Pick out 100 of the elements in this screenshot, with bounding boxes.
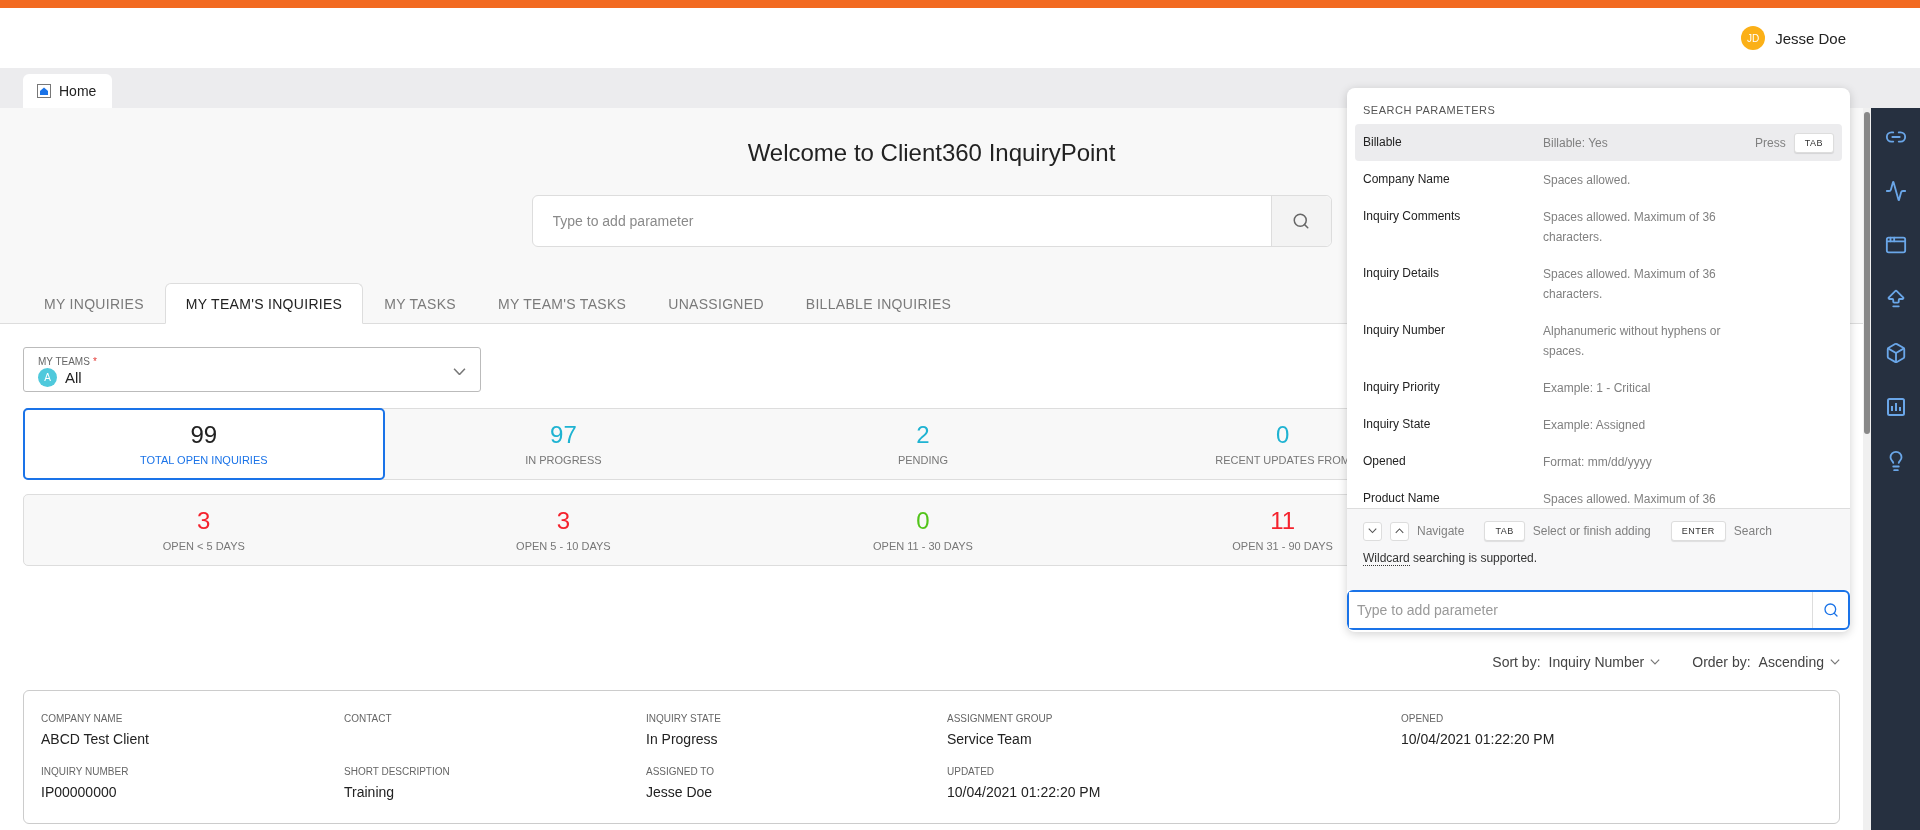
team-avatar: A	[38, 368, 57, 387]
parameter-option[interactable]: Company Name Spaces allowed.	[1355, 161, 1842, 198]
inquiry-tab[interactable]: MY TEAM'S TASKS	[476, 283, 648, 324]
field-label: UPDATED	[947, 766, 996, 777]
shortcut-label: Select or finish adding	[1532, 524, 1651, 538]
team-select-label: MY TEAMS *	[38, 356, 97, 367]
parameter-option[interactable]: Product Name Spaces allowed. Maximum of 36	[1355, 480, 1842, 508]
stat-label: OPEN 31 - 90 DAYS	[1232, 540, 1333, 552]
inquiry-tab[interactable]: MY TASKS	[363, 283, 477, 324]
field-label: OPENED	[1401, 713, 1445, 724]
wildcard-link[interactable]: Wildcard	[1363, 551, 1410, 566]
search-button[interactable]	[1812, 592, 1848, 628]
field-value: 10/04/2021 01:22:20 PM	[1401, 731, 1556, 747]
field-value: ABCD Test Client	[41, 731, 150, 747]
order-select[interactable]: Ascending	[1758, 654, 1840, 670]
parameter-name: Billable	[1363, 134, 1403, 151]
stat-count: 3	[197, 508, 211, 534]
sort-select[interactable]: Inquiry Number	[1548, 654, 1661, 670]
field-value: Jesse Doe	[646, 784, 714, 800]
parameter-name: Company Name	[1363, 171, 1451, 188]
chevron-down-icon	[1368, 528, 1377, 534]
key-cap: ENTER	[1670, 521, 1726, 541]
page-tab[interactable]: Home	[23, 74, 113, 108]
bar-chart-icon[interactable]	[1884, 396, 1907, 418]
stat-tile[interactable]: 97 IN PROGRESS	[382, 408, 745, 480]
stat-tile[interactable]: 3 OPEN < 5 DAYS	[23, 494, 385, 566]
field-label: COMPANY NAME	[41, 713, 124, 724]
parameter-name: Product Name	[1363, 490, 1441, 507]
chevron-down-icon	[453, 367, 466, 376]
wildcard-note: Wildcard searching is supported.	[1363, 551, 1539, 565]
shortcut-label: Navigate	[1417, 524, 1465, 538]
field-label: CONTACT	[344, 713, 393, 724]
user-name[interactable]: Jesse Doe	[1775, 29, 1846, 47]
window-icon[interactable]	[1884, 234, 1907, 256]
stat-label: TOTAL OPEN INQUIRIES	[140, 454, 268, 466]
parameter-name: Inquiry State	[1363, 416, 1432, 433]
key-cap: TAB	[1484, 521, 1525, 541]
parameter-name: Inquiry Comments	[1363, 208, 1462, 225]
field-label: INQUIRY NUMBER	[41, 766, 130, 777]
order-label: Order by:	[1692, 654, 1751, 670]
scrollbar[interactable]	[1863, 108, 1871, 830]
parameter-name: Inquiry Details	[1363, 265, 1441, 282]
parameter-option[interactable]: Inquiry Number Alphanumeric without hyphens or spaces.	[1355, 312, 1842, 369]
shortcut-label: Search	[1733, 524, 1772, 538]
inquiry-tab[interactable]: MY INQUIRIES	[23, 283, 165, 324]
parameter-hint: Alphanumeric without hyphens or spaces.	[1543, 323, 1722, 360]
stat-tile[interactable]: 3 OPEN 5 - 10 DAYS	[382, 494, 745, 566]
parameter-hint: Spaces allowed. Maximum of 36 characters.	[1543, 209, 1717, 246]
search-icon	[1292, 212, 1310, 230]
chevron-up-icon	[1395, 528, 1404, 534]
stat-count: 11	[1270, 508, 1296, 534]
stat-count: 3	[556, 508, 571, 534]
stat-label: OPEN 11 - 30 DAYS	[873, 540, 973, 552]
inquiry-tab[interactable]: MY TEAM'S INQUIRIES	[164, 283, 364, 324]
stat-label: IN PROGRESS	[525, 454, 602, 466]
chevron-down-icon	[1650, 659, 1661, 665]
cube-icon[interactable]	[1884, 342, 1907, 364]
parameter-name: Inquiry Priority	[1363, 379, 1441, 396]
pulse-icon[interactable]	[1884, 180, 1907, 202]
stat-count: 99	[190, 422, 218, 448]
stat-label: OPEN 5 - 10 DAYS	[516, 540, 611, 552]
field-label: ASSIGNED TO	[646, 766, 715, 777]
sort-label: Sort by:	[1492, 654, 1541, 670]
parameter-hint: Spaces allowed. Maximum of 36 characters.	[1543, 266, 1717, 303]
parameter-hint: Spaces allowed.	[1543, 172, 1632, 189]
team-select[interactable]: MY TEAMS * A All	[23, 347, 481, 392]
panel-title: SEARCH PARAMETERS	[1363, 104, 1496, 116]
parameter-hint: Example: 1 - Critical	[1543, 380, 1652, 397]
parameter-option[interactable]: Inquiry State Example: Assigned	[1355, 406, 1842, 443]
parameter-hint: Billable: Yes	[1543, 135, 1609, 152]
home-icon	[37, 84, 51, 98]
press-hint: Press	[1754, 136, 1786, 150]
stat-tile[interactable]: 0 OPEN 11 - 30 DAYS	[742, 494, 1104, 566]
parameter-option[interactable]: Inquiry Details Spaces allowed. Maximum of 36 characters.	[1355, 255, 1842, 312]
field-value: 10/04/2021 01:22:20 PM	[947, 784, 1102, 800]
parameter-option[interactable]: Inquiry Comments Spaces allowed. Maximum of 36 characters.	[1355, 198, 1842, 255]
field-label: ASSIGNMENT GROUP	[947, 713, 1054, 724]
parameter-input[interactable]: Type to add parameter	[1347, 590, 1850, 630]
stat-count: 2	[916, 422, 930, 448]
key-cap: TAB	[1793, 133, 1834, 153]
up-key-button[interactable]	[1390, 521, 1409, 541]
stat-count: 97	[550, 422, 577, 448]
parameter-name: Inquiry Number	[1363, 322, 1447, 339]
parameter-hint: Format: mm/dd/yyyy	[1543, 454, 1653, 471]
inquiry-tab[interactable]: UNASSIGNED	[647, 283, 785, 324]
field-value: In Progress	[646, 731, 719, 747]
stat-tile[interactable]: 2 PENDING	[742, 408, 1104, 480]
stat-count: 0	[1275, 422, 1290, 448]
field-value: IP00000000	[41, 784, 118, 800]
parameter-option[interactable]: Opened Format: mm/dd/yyyy	[1355, 443, 1842, 480]
field-label: SHORT DESCRIPTION	[344, 766, 451, 777]
chevron-down-icon	[1830, 659, 1840, 665]
team-value: All	[65, 369, 82, 386]
search-icon	[1822, 602, 1839, 618]
inquiry-tab[interactable]: BILLABLE INQUIRIES	[784, 283, 973, 324]
stat-tile[interactable]: 99 TOTAL OPEN INQUIRIES	[23, 408, 385, 480]
field-value: Service Team	[947, 731, 1033, 747]
parameter-option[interactable]: Inquiry Priority Example: 1 - Critical	[1355, 369, 1842, 406]
field-value: Training	[344, 784, 396, 800]
parameter-option[interactable]: Billable Billable: Yes Press TAB	[1355, 124, 1842, 161]
